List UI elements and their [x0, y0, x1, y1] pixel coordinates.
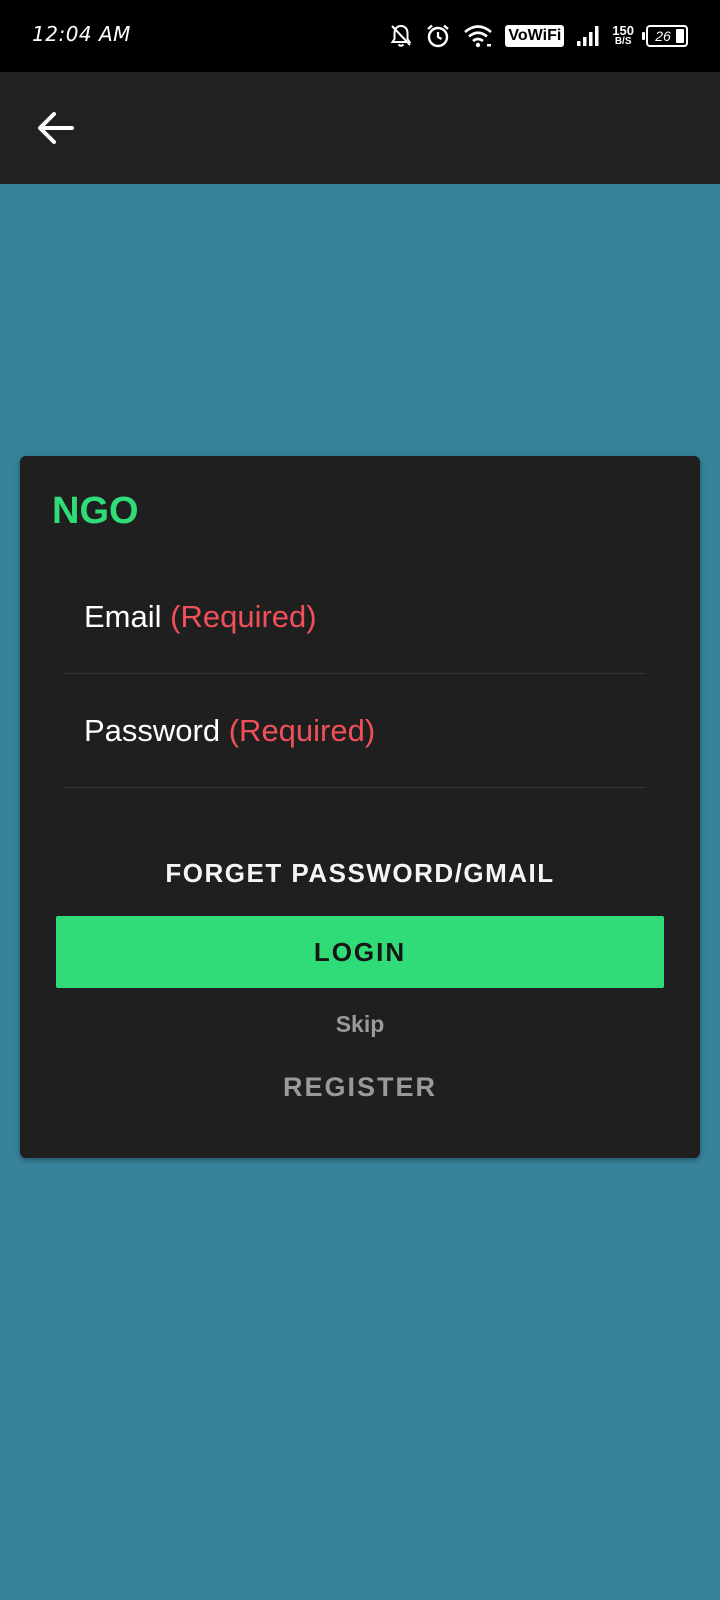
net-speed: 150 B/S [612, 23, 634, 47]
password-required: (Required) [228, 713, 376, 748]
register-button[interactable]: REGISTER [220, 1064, 500, 1110]
password-label: Password (Required) [84, 713, 375, 749]
vowifi-badge: VoWiFi [505, 25, 565, 47]
signal-icon [577, 26, 599, 46]
forget-password-button[interactable]: FORGET PASSWORD/GMAIL [56, 850, 664, 896]
password-label-text: Password [84, 713, 221, 748]
email-field[interactable]: Email (Required) [64, 560, 646, 674]
card-title: NGO [52, 490, 139, 532]
net-speed-value: 150 [612, 23, 634, 38]
battery-level: 26 [655, 28, 671, 44]
app-bar [0, 72, 720, 184]
net-speed-unit: B/S [614, 36, 632, 47]
arrow-left-icon [38, 112, 74, 144]
login-button[interactable]: LOGIN [56, 916, 664, 988]
password-field[interactable]: Password (Required) [64, 674, 646, 788]
status-icons: VoWiFi 150 B/S 26 [389, 20, 688, 52]
email-required: (Required) [170, 599, 317, 634]
email-label-text: Email [84, 599, 162, 634]
wifi-icon [464, 25, 493, 48]
skip-button[interactable]: Skip [300, 1004, 420, 1044]
status-time: 12:04 AM [32, 22, 131, 46]
bell-off-icon [391, 24, 412, 47]
status-bar: 12:04 AM VoWiFi 150 B/S 26 [0, 0, 720, 72]
email-label: Email (Required) [84, 599, 317, 635]
alarm-icon [427, 24, 450, 48]
battery-icon: 26 [642, 25, 688, 47]
back-button[interactable] [28, 96, 84, 160]
